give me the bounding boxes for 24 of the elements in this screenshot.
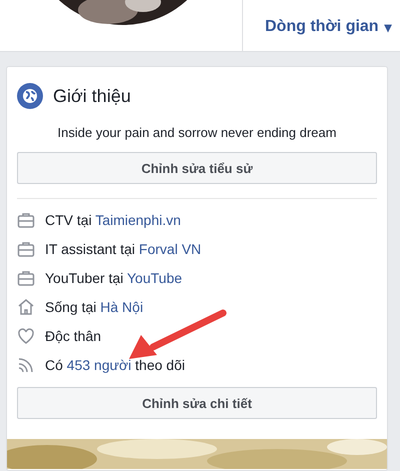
info-text: Độc thân <box>45 328 102 344</box>
info-text: Có 453 người theo dõi <box>45 357 185 373</box>
info-text: IT assistant tại Forval VN <box>45 241 202 257</box>
section-title: Giới thiệu <box>53 86 131 106</box>
heart-icon <box>17 327 35 345</box>
info-text: Sống tại Hà Nội <box>45 299 144 315</box>
edit-details-button[interactable]: Chỉnh sửa chi tiết <box>17 387 377 419</box>
bio-text: Inside your pain and sorrow never ending dream <box>56 125 338 140</box>
info-link[interactable]: Taimienphi.vn <box>95 212 181 228</box>
info-link[interactable]: 453 người <box>66 357 132 373</box>
info-link[interactable]: YouTube <box>127 270 182 286</box>
info-text: YouTuber tại YouTube <box>45 270 182 286</box>
briefcase-icon <box>17 269 35 287</box>
briefcase-icon <box>17 211 35 229</box>
info-link[interactable]: Hà Nội <box>100 299 144 315</box>
rss-icon <box>17 356 35 374</box>
briefcase-icon <box>17 240 35 258</box>
timeline-button[interactable]: Dòng thời gian ▾ <box>265 18 392 36</box>
house-icon <box>17 298 35 316</box>
info-text: CTV tại Taimienphi.vn <box>45 212 181 228</box>
globe-icon <box>17 83 43 109</box>
edit-bio-button[interactable]: Chỉnh sửa tiểu sử <box>17 152 377 184</box>
info-link[interactable]: Forval VN <box>138 241 202 257</box>
caret-icon: ▾ <box>384 18 392 34</box>
